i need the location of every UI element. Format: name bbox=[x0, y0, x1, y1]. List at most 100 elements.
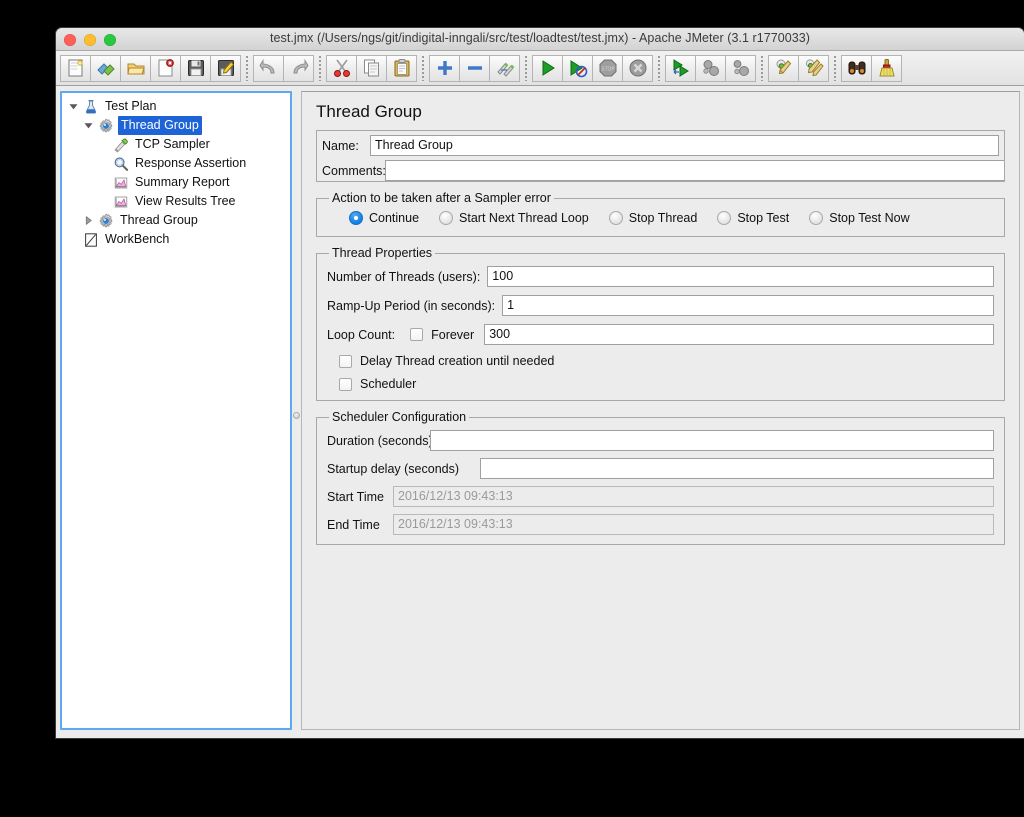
sampler-error-legend: Action to be taken after a Sampler error bbox=[332, 191, 551, 205]
clear-all-button[interactable] bbox=[798, 54, 829, 82]
ramp-up-period-input[interactable]: 1 bbox=[502, 295, 994, 316]
test-plan-tree-pane[interactable]: Test Plan Thread Group TCP Sampler Response… bbox=[60, 91, 292, 730]
sampler-error-option-start-next-thread-loop[interactable]: Start Next Thread Loop bbox=[439, 211, 589, 225]
tree-node-thread-group[interactable]: Thread Group bbox=[62, 211, 290, 230]
sampler-error-radio-row: Continue Start Next Thread Loop Stop Threa… bbox=[327, 207, 994, 227]
paste-button[interactable] bbox=[386, 54, 417, 82]
comments-input[interactable] bbox=[385, 160, 1004, 181]
shutdown-x-icon bbox=[629, 59, 646, 77]
remote-shutdown-all-icon bbox=[733, 60, 749, 76]
remote-stop-all-button[interactable] bbox=[695, 54, 726, 82]
delay-thread-creation-label: Delay Thread creation until needed bbox=[360, 354, 555, 368]
close-button[interactable] bbox=[150, 54, 181, 82]
split-pane-divider[interactable] bbox=[292, 87, 301, 738]
delay-thread-creation-checkbox[interactable] bbox=[339, 354, 352, 368]
shutdown-button[interactable] bbox=[622, 54, 653, 82]
radio-button[interactable] bbox=[349, 211, 363, 225]
sampler-error-option-stop-test-now[interactable]: Stop Test Now bbox=[809, 211, 910, 225]
templates-button[interactable] bbox=[90, 54, 121, 82]
close-document-icon bbox=[158, 59, 174, 77]
plus-icon bbox=[437, 61, 452, 75]
reset-search-button[interactable] bbox=[871, 54, 902, 82]
sampler-error-option-continue[interactable]: Continue bbox=[349, 211, 419, 225]
sampler-error-option-stop-thread[interactable]: Stop Thread bbox=[608, 211, 697, 225]
loop-count-input[interactable]: 300 bbox=[484, 324, 994, 345]
assertion-magnifier-icon bbox=[111, 154, 130, 173]
remote-shutdown-all-button[interactable] bbox=[725, 54, 756, 82]
scheduler-row[interactable]: Scheduler bbox=[327, 377, 994, 391]
start-time-input[interactable]: 2016/12/13 09:43:13 bbox=[393, 486, 994, 507]
duration-input[interactable] bbox=[430, 430, 994, 451]
tree-node-view-results-tree[interactable]: View Results Tree bbox=[62, 192, 290, 211]
tree-node-workbench[interactable]: WorkBench bbox=[62, 230, 290, 249]
report-chart-icon bbox=[111, 192, 130, 211]
tree-node-label: View Results Tree bbox=[135, 194, 236, 208]
toolbar-separator bbox=[525, 55, 527, 81]
redo-button[interactable] bbox=[283, 54, 314, 82]
toolbar-group-tree bbox=[429, 54, 520, 82]
stop-button[interactable]: STOP bbox=[592, 54, 623, 82]
cut-button[interactable] bbox=[326, 54, 357, 82]
save-button[interactable] bbox=[180, 54, 211, 82]
duration-label: Duration (seconds) bbox=[327, 433, 433, 448]
sampler-error-option-stop-test[interactable]: Stop Test bbox=[717, 211, 789, 225]
toggle-button[interactable] bbox=[489, 54, 520, 82]
startup-delay-input[interactable] bbox=[480, 458, 994, 479]
end-time-label: End Time bbox=[327, 517, 380, 532]
start-no-pauses-button[interactable] bbox=[562, 54, 593, 82]
tree-node-thread-group[interactable]: Thread Group bbox=[62, 116, 290, 135]
scheduler-checkbox[interactable] bbox=[339, 377, 352, 391]
undo-arrow-icon bbox=[258, 58, 275, 74]
expand-all-button[interactable] bbox=[429, 54, 460, 82]
play-green-icon bbox=[542, 60, 555, 76]
radio-button[interactable] bbox=[439, 211, 454, 225]
forever-checkbox[interactable] bbox=[410, 328, 424, 341]
broom-reset-search-icon bbox=[878, 59, 895, 77]
tree-node-label: Thread Group bbox=[118, 116, 202, 135]
copy-button[interactable] bbox=[356, 54, 387, 82]
tree-expander-collapse-icon[interactable] bbox=[81, 116, 96, 135]
split-pane-grip-icon[interactable] bbox=[293, 412, 300, 419]
tree-node-label: Response Assertion bbox=[135, 156, 247, 170]
collapse-all-button[interactable] bbox=[459, 54, 490, 82]
undo-button[interactable] bbox=[253, 54, 284, 82]
radio-button[interactable] bbox=[608, 211, 623, 225]
start-button[interactable] bbox=[532, 54, 563, 82]
tree-expander-expand-icon[interactable] bbox=[81, 211, 96, 230]
number-of-threads-input[interactable]: 100 bbox=[487, 266, 994, 287]
play-no-pauses-icon bbox=[570, 60, 587, 78]
save-as-pencil-icon bbox=[217, 60, 234, 76]
search-button[interactable] bbox=[841, 54, 872, 82]
thread-properties-group: Thread Properties Number of Threads (use… bbox=[316, 246, 1005, 401]
tree-node-response-assertion[interactable]: Response Assertion bbox=[62, 154, 290, 173]
test-plan-tree[interactable]: Test Plan Thread Group TCP Sampler Response… bbox=[62, 93, 290, 249]
name-input[interactable]: Thread Group bbox=[370, 135, 999, 156]
tree-node-label: Summary Report bbox=[135, 175, 230, 189]
new-test-plan-button[interactable] bbox=[60, 54, 91, 82]
stop-sign-icon: STOP bbox=[599, 59, 616, 77]
toolbar-separator bbox=[834, 55, 836, 81]
open-button[interactable] bbox=[120, 54, 151, 82]
radio-button[interactable] bbox=[809, 211, 824, 225]
save-as-button[interactable] bbox=[210, 54, 241, 82]
radio-button[interactable] bbox=[717, 211, 732, 225]
end-time-input[interactable]: 2016/12/13 09:43:13 bbox=[393, 514, 994, 535]
delay-thread-creation-row[interactable]: Delay Thread creation until needed bbox=[327, 354, 994, 368]
clear-button[interactable] bbox=[768, 54, 799, 82]
open-folder-icon bbox=[126, 63, 145, 75]
tree-node-tcp-sampler[interactable]: TCP Sampler bbox=[62, 135, 290, 154]
tree-node-label: WorkBench bbox=[105, 232, 170, 246]
remote-start-all-button[interactable] bbox=[665, 54, 696, 82]
broom-clear-all-icon bbox=[805, 59, 824, 77]
tree-node-test-plan[interactable]: Test Plan bbox=[62, 97, 290, 116]
tree-node-summary-report[interactable]: Summary Report bbox=[62, 173, 290, 192]
tree-expander-collapse-icon[interactable] bbox=[66, 97, 81, 116]
